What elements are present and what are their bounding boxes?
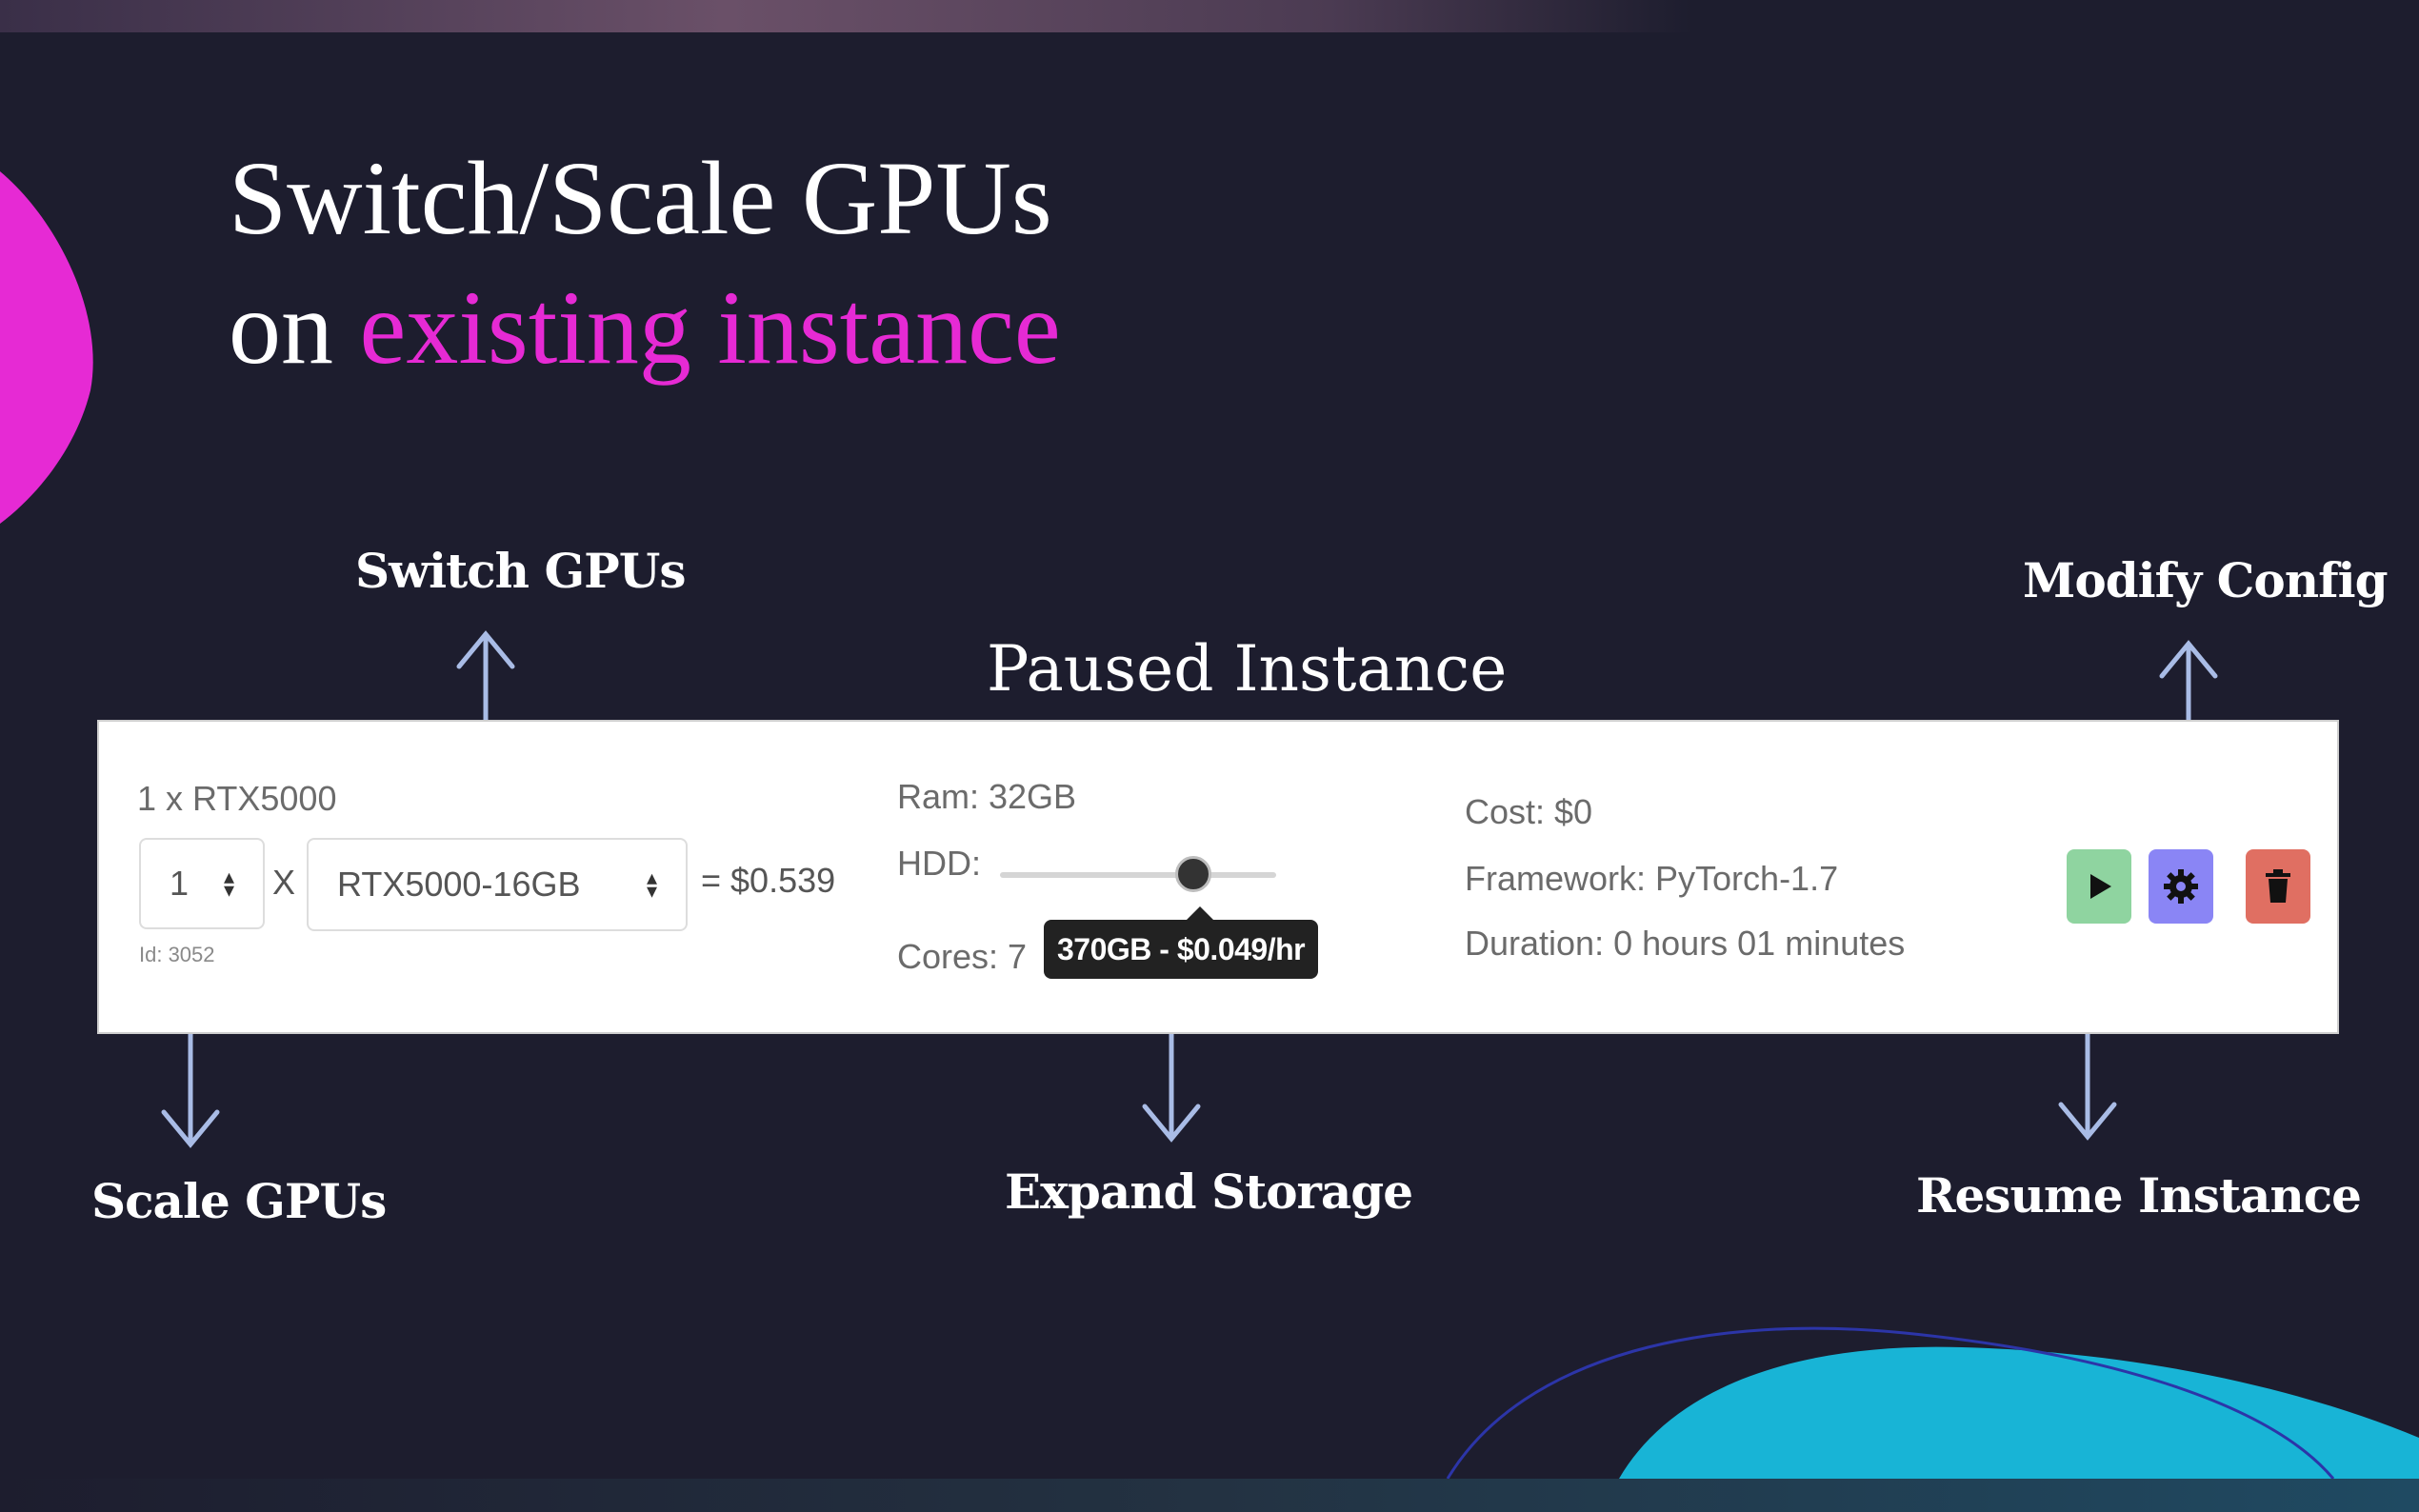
gpu-count-value: 1 [170, 864, 190, 903]
modify-config-button[interactable] [2149, 849, 2213, 924]
gpu-type-select[interactable]: RTX5000-16GB ▴ ▾ [307, 838, 688, 931]
duration-info: Duration: 0 hours 01 minutes [1465, 924, 1906, 963]
hdd-label: HDD: [897, 844, 981, 883]
instance-id: Id: 3052 [139, 943, 215, 966]
select-caret-icon: ▴ ▾ [223, 865, 234, 902]
teal-blob [1619, 1346, 2419, 1479]
title-highlight: existing instance [359, 269, 1061, 386]
select-caret-icon: ▴ ▾ [646, 865, 657, 903]
title-line-2: on existing instance [229, 263, 1061, 392]
title-prefix: on [229, 269, 360, 386]
gpu-count-select[interactable]: 1 ▴ ▾ [139, 838, 265, 929]
annotation-scale-gpus: Scale GPUs [91, 1173, 387, 1229]
gpu-type-value: RTX5000-16GB [337, 865, 581, 904]
hdd-tooltip: 370GB - $0.049/hr [1044, 906, 1319, 979]
slide-title: Switch/Scale GPUs on existing instance [229, 133, 1061, 392]
hdd-slider-track[interactable] [1000, 872, 1276, 878]
gear-icon [2164, 869, 2198, 904]
bottom-gradient-strip [0, 1479, 2419, 1512]
gpu-price: = $0.539 [701, 861, 836, 900]
annotation-resume-instance: Resume Instance [1916, 1167, 2362, 1224]
delete-button[interactable] [2246, 849, 2310, 924]
ram-info: Ram: 32GB [897, 777, 1077, 816]
play-icon [2090, 874, 2111, 899]
paused-instance-card: 1 x RTX5000 1 ▴ ▾ X RTX5000-16GB ▴ ▾ = $0.… [97, 720, 2339, 1034]
annotation-switch-gpus: Switch GPUs [355, 543, 686, 599]
hdd-slider-knob[interactable] [1175, 856, 1211, 892]
multiply-sign: X [272, 863, 296, 902]
resume-button[interactable] [2067, 849, 2131, 924]
annotation-modify-config: Modify Config [2023, 552, 2389, 608]
framework-info: Framework: PyTorch-1.7 [1465, 859, 1839, 898]
title-line-1: Switch/Scale GPUs [229, 140, 1052, 256]
gpu-summary: 1 x RTX5000 [137, 779, 337, 818]
pink-blob [0, 171, 93, 524]
annotation-expand-storage: Expand Storage [1005, 1164, 1413, 1220]
cores-info: Cores: 7 [897, 937, 1028, 976]
cost-info: Cost: $0 [1465, 792, 1593, 831]
card-heading: Paused Instance [987, 632, 1508, 706]
trash-icon [2266, 869, 2290, 903]
